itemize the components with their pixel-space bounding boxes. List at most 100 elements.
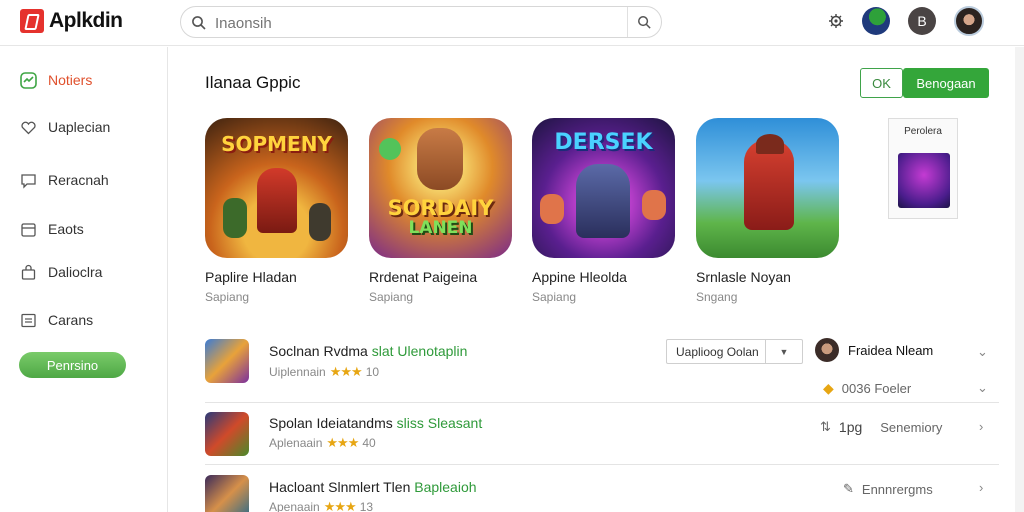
artwork-subtitle: LANEN [408,218,473,238]
avatar-letter[interactable]: B [908,7,936,35]
sort-select[interactable]: Uaplioog Oolan ▼ [666,339,803,364]
list-icon [20,312,37,329]
sidebar: Notiers Uaplecian Reracnah Eaots Daliocl… [0,47,168,512]
user-name: Fraidea Nleam [848,342,934,358]
rating-value: 13 [359,500,374,512]
list-item-thumbnail [205,412,249,456]
list-item-title-text: Soclnan Rvdma [269,343,372,359]
app-logo[interactable]: Aplkdin [20,9,123,33]
list-item-title: Hacloant Slnmlert Tlen Bapleaioh [269,479,477,495]
scrollbar[interactable] [1015,47,1024,512]
app-card-artwork [696,118,839,258]
page-title: Ilanaa Gppic [205,73,301,92]
sidebar-item-label: Notiers [48,72,93,88]
row-meta: ◆ 0036 Foeler [823,380,911,397]
divider [205,402,999,403]
ok-button[interactable]: OK [860,68,903,98]
search-icon [192,16,206,30]
sidebar-item-label: Eaots [48,221,84,237]
heart-icon [20,119,37,136]
coin-icon: ◆ [823,380,834,396]
list-item-title: Spolan Ideiatandms sliss Sleasant [269,415,482,431]
character-figure [417,128,463,190]
app-card-title: Paplire Hladan [205,269,297,285]
app-card-title: Appine Hleolda [532,269,627,285]
app-card[interactable]: Srnlasle Noyan Sngang [696,118,841,304]
pencil-icon: ✎ [843,481,854,496]
top-bar: Aplkdin B [0,0,1024,46]
app-card[interactable]: SORDAIY LANEN Rrdenat Paigeina Sapiang [369,118,514,304]
app-card[interactable]: DERSEK Appine Hleolda Sapiang [532,118,677,304]
sort-select-value: Uaplioog Oolan [676,345,759,359]
artwork-title: DERSEK [554,130,653,155]
sliders-icon: ⇅ [820,419,831,434]
search-bar [180,6,662,38]
app-name: Aplkdin [49,9,123,32]
rating-stars-icon: ★★★ [326,435,359,450]
list-item-thumbnail [205,339,249,383]
chevron-down-icon[interactable]: ⌄ [977,380,988,396]
sidebar-item-dalioclra[interactable]: Dalioclra [20,261,102,283]
character-figure [540,194,564,224]
divider [205,464,999,465]
character-figure [576,164,630,238]
primary-button[interactable]: Benogaan [903,68,989,98]
promo-panel[interactable]: Perolera [888,118,958,219]
list-item-meta: Aplenaain ★★★ 40 [269,435,376,451]
chat-icon [20,172,37,189]
app-card-artwork: SOPMENY [205,118,348,258]
activity-icon [20,71,37,89]
list-item-subtitle: Apenaain [269,500,320,512]
sidebar-item-reracnah[interactable]: Reracnah [20,169,109,191]
row-meta-text: Ennnrergms [861,481,933,497]
promo-artwork [898,153,950,208]
app-card-subtitle: Sapiang [369,290,414,304]
sidebar-item-label: Reracnah [48,172,109,188]
list-item-thumbnail [205,475,249,512]
gear-icon[interactable] [828,13,844,29]
row-meta-text: 0036 Foeler [841,381,912,396]
character-figure [642,190,666,220]
character-hat [756,134,784,154]
sidebar-item-eaots[interactable]: Eaots [20,218,84,240]
character-figure [223,198,247,238]
search-input[interactable] [215,13,595,33]
list-item-title-highlight: slat Ulenotaplin [371,343,468,359]
search-button[interactable] [627,7,661,37]
user-chip[interactable]: Fraidea Nleam [815,338,933,362]
list-item-meta: Uiplennain ★★★ 10 [269,364,379,380]
sidebar-action-button[interactable]: Penrsino [19,352,126,378]
app-card-title: Srnlasle Noyan [696,269,791,285]
sidebar-item-uaplecian[interactable]: Uaplecian [20,116,110,138]
app-card[interactable]: SOPMENY Paplire Hladan Sapiang [205,118,350,304]
profile-avatar[interactable] [954,6,984,36]
artwork-title: SOPMENY [221,132,332,156]
chevron-right-icon[interactable]: › [979,419,983,434]
sidebar-item-notiers[interactable]: Notiers [20,69,92,91]
rating-value: 40 [362,436,376,450]
rating-stars-icon: ★★★ [323,499,357,512]
chevron-down-icon[interactable]: ⌄ [977,344,988,360]
app-card-title: Rrdenat Paigeina [369,269,478,285]
character-figure [379,138,401,160]
row-meta: ✎ Ennnrergms [843,481,933,497]
list-item-title: Soclnan Rvdma slat Ulenotaplin [269,343,467,359]
app-card-artwork: SORDAIY LANEN [369,118,512,258]
avatar [815,338,839,362]
app-card-subtitle: Sapiang [532,290,577,304]
list-item-title-text: Hacloant Slnmlert Tlen [269,479,415,495]
sidebar-item-carans[interactable]: Carans [20,309,93,331]
app-card-subtitle: Sngang [696,290,738,304]
list-item-subtitle: Aplenaain [269,436,323,450]
chevron-right-icon[interactable]: › [979,480,983,495]
avatar[interactable] [862,7,890,35]
header-actions: B [828,6,984,36]
artwork-title: SORDAIY [387,196,494,220]
list-item-title-text: Spolan Ideiatandms [269,415,397,431]
promo-label: Perolera [904,126,942,137]
logo-mark-icon [20,9,44,33]
bag-icon [20,264,37,281]
chevron-down-icon: ▼ [765,340,802,363]
character-figure [257,168,297,233]
sidebar-item-label: Uaplecian [48,119,111,135]
